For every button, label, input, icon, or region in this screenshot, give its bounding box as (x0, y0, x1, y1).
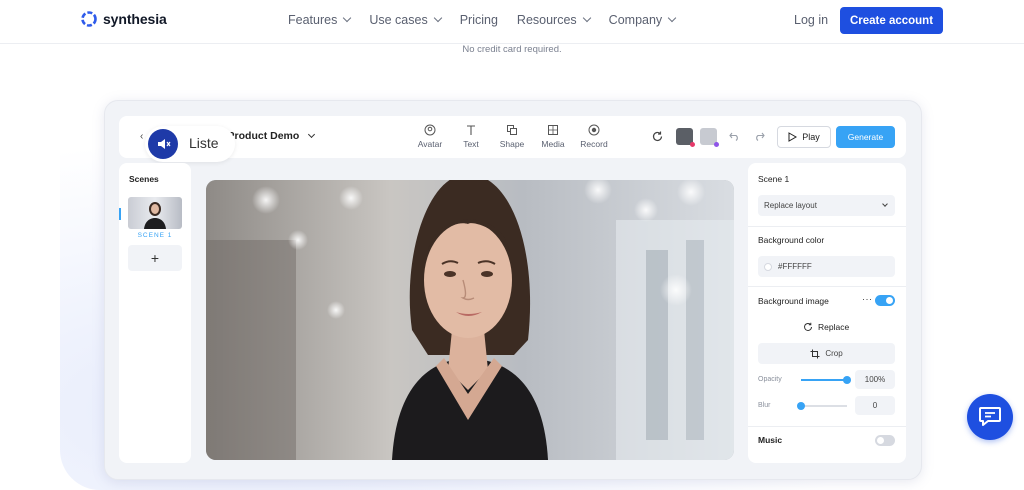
listen-label: Liste (189, 135, 219, 151)
nav-resources[interactable]: Resources (516, 13, 591, 27)
nav-links: Features Use cases Pricing Resources Com… (288, 13, 677, 27)
text-icon (467, 125, 475, 135)
tool-avatar[interactable]: Avatar (410, 124, 450, 149)
presenter-video-frame (206, 180, 734, 460)
chevron-down-icon (343, 13, 352, 23)
music-label: Music (758, 435, 783, 445)
opacity-slider-fill (801, 379, 847, 381)
presenter-thumbnail-image (144, 202, 166, 229)
background-image-label: Background image (758, 296, 829, 306)
chevron-down-icon (667, 13, 677, 23)
no-credit-card-note: No credit card required. (462, 44, 562, 55)
tool-text[interactable]: Text (451, 124, 491, 149)
undo-icon[interactable] (729, 131, 740, 141)
play-button[interactable]: Play (777, 126, 831, 148)
toggle-knob (886, 297, 893, 304)
blur-value[interactable]: 0 (855, 396, 895, 415)
replace-image-button[interactable]: Replace (803, 322, 849, 332)
collaborator-avatar[interactable] (676, 128, 695, 147)
tool-record-label: Record (580, 139, 608, 149)
replace-icon (804, 322, 812, 331)
nav-use-cases-label: Use cases (369, 13, 428, 27)
nav-company-label: Company (608, 13, 663, 27)
tool-text-label: Text (463, 139, 479, 149)
collaborator-avatar[interactable] (700, 128, 719, 147)
refresh-icon[interactable] (651, 130, 664, 143)
brand-name: synthesia (103, 11, 167, 27)
nav-company[interactable]: Company (608, 13, 677, 27)
chevron-down-icon (582, 13, 591, 23)
opacity-value[interactable]: 100% (855, 370, 895, 389)
crop-icon (810, 349, 820, 358)
media-icon (548, 125, 558, 135)
tool-media[interactable]: Media (533, 124, 573, 149)
record-icon (588, 124, 600, 136)
create-account-button[interactable]: Create account (840, 7, 943, 34)
scene-label: SCENE 1 (137, 232, 173, 239)
divider (748, 226, 906, 227)
tool-shape[interactable]: Shape (492, 124, 532, 149)
background-color-value: #FFFFFF (778, 262, 812, 271)
nav-resources-label: Resources (516, 13, 577, 27)
nav-pricing-label: Pricing (459, 13, 498, 27)
nav-use-cases[interactable]: Use cases (369, 13, 442, 27)
active-scene-indicator (119, 208, 121, 220)
video-canvas[interactable] (206, 180, 734, 460)
nav-features[interactable]: Features (288, 13, 352, 27)
synthesia-logo[interactable]: synthesia (80, 10, 167, 28)
background-color-label: Background color (758, 235, 825, 245)
crop-label: Crop (825, 349, 843, 358)
tool-record[interactable]: Record (574, 124, 614, 149)
layout-select[interactable]: Replace layout (758, 195, 895, 216)
crop-button[interactable]: Crop (758, 343, 895, 364)
more-options-icon[interactable]: ··· (862, 294, 873, 304)
scene-title: Scene 1 (758, 174, 790, 184)
scene-thumbnail[interactable] (128, 197, 182, 229)
chevron-down-icon (308, 130, 316, 138)
scenes-title: Scenes (129, 174, 159, 184)
background-color-field[interactable]: #FFFFFF (758, 256, 895, 277)
divider (748, 426, 906, 427)
layout-select-value: Replace layout (764, 201, 817, 210)
nav-features-label: Features (288, 13, 338, 27)
avatar-icon (424, 124, 436, 136)
synthesia-logo-icon (81, 11, 97, 27)
login-link[interactable]: Log in (794, 13, 828, 27)
chat-support-button[interactable] (967, 394, 1013, 440)
presence-dot (714, 142, 719, 147)
redo-icon[interactable] (754, 131, 765, 141)
chevron-down-icon (433, 13, 442, 23)
tool-avatar-label: Avatar (417, 139, 443, 149)
speaker-mute-icon (158, 139, 171, 149)
back-chevron-icon[interactable]: ‹ (140, 131, 143, 142)
top-navigation: synthesia Features Use cases Pricing Res… (0, 0, 1024, 44)
chat-icon (979, 407, 1001, 426)
music-toggle[interactable] (875, 435, 895, 446)
chevron-down-icon (882, 200, 888, 207)
divider (748, 286, 906, 287)
color-swatch (764, 262, 772, 271)
nav-pricing[interactable]: Pricing (460, 13, 498, 27)
play-label: Play (802, 132, 820, 142)
tool-media-label: Media (541, 139, 565, 149)
opacity-label: Opacity (758, 376, 782, 383)
generate-button[interactable]: Generate (836, 126, 895, 148)
tool-shape-label: Shape (499, 139, 525, 149)
shape-icon (507, 125, 517, 135)
play-icon (788, 132, 798, 142)
opacity-slider-knob[interactable] (843, 376, 851, 384)
add-scene-button[interactable]: + (128, 245, 182, 271)
speaker-button[interactable] (148, 129, 178, 159)
toggle-knob (877, 437, 884, 444)
listen-widget[interactable]: Liste (145, 126, 235, 162)
blur-label: Blur (758, 402, 771, 409)
blur-slider-track[interactable] (801, 405, 847, 407)
replace-label: Replace (818, 322, 850, 332)
blur-slider-knob[interactable] (797, 402, 805, 410)
presence-dot (690, 142, 695, 147)
background-image-toggle[interactable] (875, 295, 895, 306)
